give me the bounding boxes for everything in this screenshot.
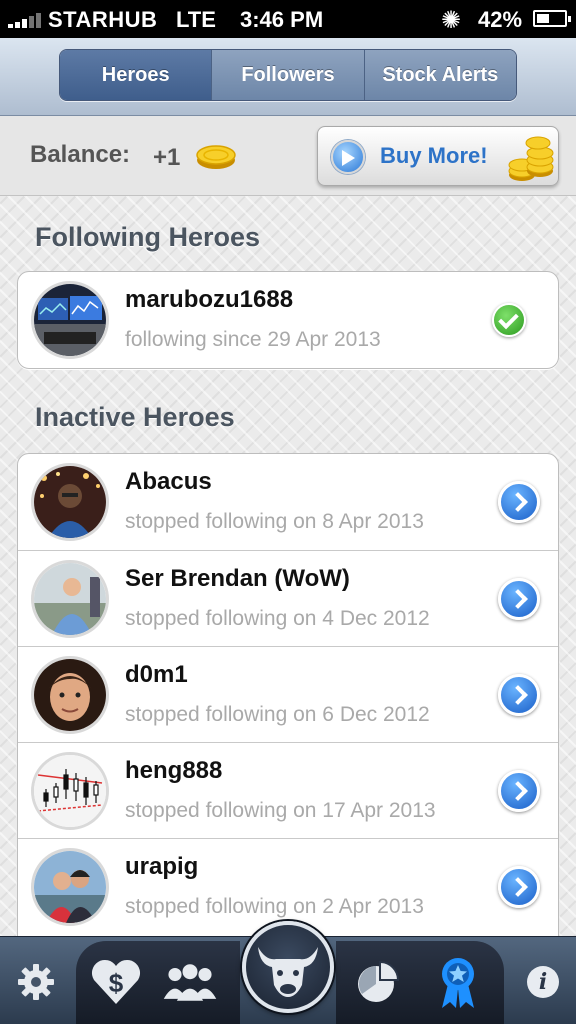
balance-label: Balance: (30, 141, 131, 168)
list-item[interactable]: heng888 stopped following on 17 Apr 2013 (18, 742, 558, 838)
clock: 3:46 PM (240, 7, 324, 32)
inactive-heroes-title: Inactive Heroes (35, 402, 235, 432)
svg-text:$: $ (109, 968, 124, 998)
donate-tab[interactable]: $ (86, 947, 146, 1017)
tab-bar: $ i (0, 921, 576, 1024)
avatar (31, 560, 109, 638)
network-type: LTE (176, 7, 216, 32)
segmented-control: Heroes Followers Stock Alerts (59, 49, 517, 101)
coin-icon (196, 145, 236, 169)
avatar (31, 656, 109, 734)
hero-name: Abacus (125, 468, 212, 495)
portfolio-tab[interactable] (348, 947, 408, 1017)
avatar (31, 752, 109, 830)
heroes-tab[interactable] (428, 947, 488, 1017)
settings-tab[interactable] (6, 947, 66, 1017)
heart-dollar-icon: $ (91, 959, 141, 1004)
bull-logo-icon (258, 947, 318, 997)
tab-stock-alerts[interactable]: Stock Alerts (363, 50, 516, 100)
avatar (31, 848, 109, 926)
people-icon (163, 964, 217, 1001)
chevron-right-icon[interactable] (498, 866, 540, 908)
hero-name: Ser Brendan (WoW) (125, 565, 350, 592)
list-item[interactable]: marubozu1688 following since 29 Apr 2013 (18, 272, 558, 368)
home-logo-button[interactable] (242, 921, 334, 1013)
following-list: marubozu1688 following since 29 Apr 2013 (17, 271, 559, 369)
buy-more-button[interactable]: Buy More! (317, 126, 559, 186)
inactive-list: Abacus stopped following on 8 Apr 2013 S… (17, 453, 559, 936)
hero-name: heng888 (125, 757, 223, 784)
balance-value: +1 (153, 144, 181, 171)
tab-followers[interactable]: Followers (211, 50, 364, 100)
navigation-bar: Heroes Followers Stock Alerts (0, 38, 576, 116)
list-item[interactable]: urapig stopped following on 2 Apr 2013 (18, 838, 558, 934)
info-tab[interactable]: i (513, 947, 573, 1017)
balance-bar: Balance: +1 Buy More! (0, 116, 576, 196)
hero-subtitle: stopped following on 6 Dec 2012 (125, 703, 430, 726)
buy-more-label: Buy More! (380, 143, 488, 168)
list-item[interactable]: Ser Brendan (WoW) stopped following on 4… (18, 550, 558, 646)
chevron-right-icon[interactable] (498, 770, 540, 812)
list-item[interactable]: Abacus stopped following on 8 Apr 2013 (18, 454, 558, 550)
following-heroes-title: Following Heroes (35, 222, 261, 252)
coin-stack-icon (508, 136, 554, 181)
hero-name: marubozu1688 (125, 286, 294, 313)
hero-subtitle: stopped following on 8 Apr 2013 (125, 510, 424, 533)
ribbon-award-icon (442, 958, 474, 1008)
hero-name: d0m1 (125, 661, 188, 688)
pie-chart-icon (358, 960, 400, 1002)
battery-icon (533, 10, 571, 27)
hero-subtitle: following since 29 Apr 2013 (125, 328, 381, 351)
chevron-right-icon[interactable] (498, 674, 540, 716)
hero-subtitle: stopped following on 4 Dec 2012 (125, 607, 430, 630)
status-bar: STARHUB LTE 3:46 PM ✺ 42% (0, 0, 576, 38)
tab-heroes[interactable]: Heroes (60, 50, 212, 100)
battery-percentage: 42% (478, 7, 523, 32)
avatar (31, 463, 109, 541)
hero-subtitle: stopped following on 17 Apr 2013 (125, 799, 436, 822)
signal-strength-icon (8, 12, 41, 28)
hero-name: urapig (125, 853, 199, 880)
gear-icon (18, 964, 54, 1000)
content-area: Following Heroes marubozu1688 following … (0, 196, 576, 936)
chevron-right-icon[interactable] (498, 481, 540, 523)
avatar (31, 281, 109, 359)
hero-subtitle: stopped following on 2 Apr 2013 (125, 895, 424, 918)
list-item[interactable]: d0m1 stopped following on 6 Dec 2012 (18, 646, 558, 742)
carrier-name: STARHUB (48, 7, 158, 32)
people-tab[interactable] (160, 947, 220, 1017)
info-icon: i (527, 966, 559, 998)
checkmark-icon (492, 303, 526, 337)
activity-spinner-icon: ✺ (441, 7, 462, 34)
chevron-right-icon[interactable] (498, 578, 540, 620)
arrow-right-icon (331, 140, 365, 174)
